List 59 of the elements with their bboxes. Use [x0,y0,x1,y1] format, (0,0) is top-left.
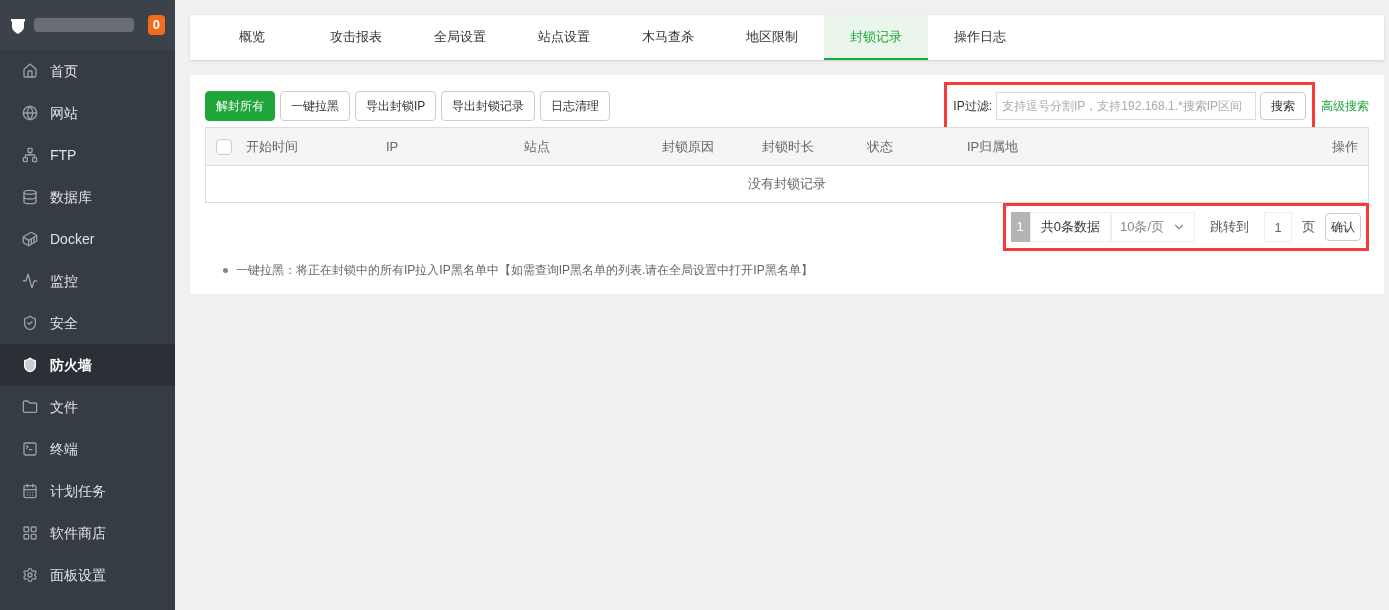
total-count: 共0条数据 [1029,212,1111,242]
toolbar-button[interactable]: 日志清理 [540,91,611,121]
folder-icon [22,399,38,415]
toolbar-button[interactable]: 导出封锁记录 [441,91,536,121]
tab[interactable]: 攻击报表 [304,15,408,60]
globe-icon [22,105,38,121]
toolbar-button[interactable]: 一键拉黑 [280,91,350,121]
tab[interactable]: 概览 [200,15,304,60]
column-header: 站点 [524,137,551,156]
sidebar-item[interactable]: 防火墙 [0,344,175,386]
castle-shield-icon [10,16,26,34]
sidebar-item[interactable]: 首页 [0,50,175,92]
sidebar-item[interactable]: 计划任务 [0,470,175,512]
empty-message: 没有封锁记录 [747,175,827,194]
chart-icon [22,273,38,289]
column-header: 状态 [867,137,894,156]
tab[interactable]: 全局设置 [408,15,512,60]
confirm-button[interactable]: 确认 [1325,213,1361,241]
container-icon [22,231,38,247]
house-icon [22,63,38,79]
tab[interactable]: 站点设置 [512,15,616,60]
tab[interactable]: 地区限制 [720,15,824,60]
column-header: 封锁原因 [662,137,715,156]
sidebar-item[interactable]: 安全 [0,302,175,344]
network-icon [22,147,38,163]
calendar-icon [22,483,38,499]
sidebar-item[interactable]: 网站 [0,92,175,134]
column-header: 开始时间 [246,137,299,156]
filter-label: IP过滤: [953,98,992,115]
ip-filter-field[interactable]: 支持逗号分割IP，支持192.168.1.*搜索IP区间 [996,92,1256,120]
sidebar-item[interactable]: FTP [0,134,175,176]
column-header: 操作 [1331,137,1358,156]
sidebar-item[interactable]: 数据库 [0,176,175,218]
sidebar-item[interactable]: 软件商店 [0,512,175,554]
bullet-icon [223,267,228,273]
sidebar-item[interactable]: 监控 [0,260,175,302]
search-button[interactable]: 搜索 [1260,92,1306,120]
column-header: IP归属地 [967,137,1020,156]
terminal-icon [22,441,38,457]
jump-label: 跳转到 [1209,218,1250,237]
note-text: 一键拉黑：将正在封锁中的所有IP拉入IP黑名单中【如需查询IP黑名单的列表.请在全局设置中打开IP黑名单】 [236,262,813,279]
sidebar-item[interactable]: 面板设置 [0,554,175,596]
column-header: IP [386,137,400,156]
page-number-field[interactable]: 1 [1264,212,1292,242]
database-icon [22,189,38,205]
shield-icon [22,357,38,373]
grid-icon [22,525,38,541]
page-unit: 页 [1301,218,1316,237]
page-size-select[interactable]: 10条/页 [1111,212,1195,242]
column-header: 封锁时长 [762,137,815,156]
sidebar-item[interactable]: Docker [0,218,175,260]
select-all-checkbox[interactable] [216,138,232,155]
shield-check-icon [22,315,38,331]
sidebar-item[interactable]: 文件 [0,386,175,428]
sidebar-item[interactable]: 终端 [0,428,175,470]
settings-icon [22,567,38,583]
toolbar-button[interactable]: 导出封锁IP [355,91,437,121]
tab[interactable]: 操作日志 [928,15,1032,60]
tab[interactable]: 木马查杀 [616,15,720,60]
